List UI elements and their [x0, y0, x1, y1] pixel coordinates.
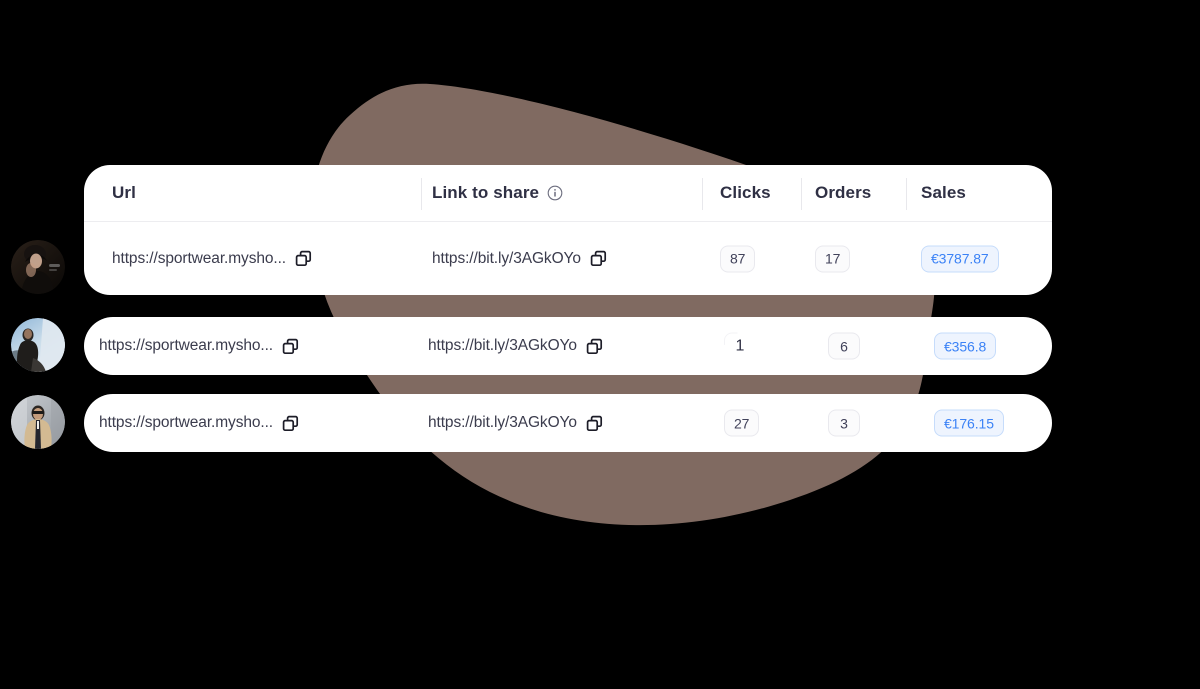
cell-clicks: 1	[724, 332, 756, 360]
cell-link-to-share: https://bit.ly/3AGkOYo	[432, 250, 607, 268]
column-header-link-to-share-label: Link to share	[432, 183, 540, 202]
column-header-orders[interactable]: Orders	[815, 183, 871, 203]
copy-icon[interactable]	[282, 415, 299, 432]
column-header-clicks[interactable]: Clicks	[720, 183, 771, 203]
cell-clicks: 27	[724, 409, 760, 437]
copy-icon[interactable]	[295, 250, 312, 267]
avatar-row-2[interactable]	[11, 318, 65, 372]
column-divider	[421, 178, 422, 210]
column-header-orders-label: Orders	[815, 183, 872, 202]
cell-sales: €356.8	[934, 332, 997, 360]
clicks-badge-wrapper: 1	[724, 332, 756, 360]
cell-orders: 6	[828, 332, 860, 360]
table-header-row: Url Link to share Clicks Orders Sales	[84, 165, 1052, 222]
copy-icon[interactable]	[282, 338, 299, 355]
column-header-link-to-share[interactable]: Link to share	[432, 183, 563, 203]
cell-sales: €176.15	[934, 409, 1004, 437]
avatar-row-1[interactable]	[11, 240, 65, 294]
column-divider	[906, 178, 907, 210]
cell-link-text: https://bit.ly/3AGkOYo	[428, 414, 577, 431]
sales-badge: €176.15	[934, 409, 1004, 437]
column-divider	[702, 178, 703, 210]
cell-url: https://sportwear.mysho...	[112, 250, 312, 268]
cell-url-text: https://sportwear.mysho...	[112, 249, 287, 267]
orders-badge: 3	[828, 409, 860, 437]
copy-icon[interactable]	[586, 415, 603, 432]
clicks-badge: 27	[724, 409, 760, 437]
column-header-url-label: Url	[112, 183, 136, 202]
cell-url: https://sportwear.mysho...	[99, 337, 299, 355]
column-header-clicks-label: Clicks	[720, 183, 771, 202]
cell-orders: 3	[828, 409, 860, 437]
table-row[interactable]: https://sportwear.mysho... https://bit.l…	[84, 222, 1052, 295]
copy-icon[interactable]	[586, 338, 603, 355]
screenshot-stage: Url Link to share Clicks Orders Sales ht…	[0, 0, 1200, 689]
column-divider	[801, 178, 802, 210]
cell-link-text: https://bit.ly/3AGkOYo	[432, 249, 581, 267]
column-header-sales[interactable]: Sales	[921, 183, 966, 203]
cell-link-text: https://bit.ly/3AGkOYo	[428, 337, 577, 354]
cell-url-text: https://sportwear.mysho...	[99, 414, 274, 431]
avatar-row-3[interactable]	[11, 395, 65, 449]
cell-clicks: 87	[720, 245, 756, 272]
column-header-sales-label: Sales	[921, 183, 966, 202]
sales-badge: €356.8	[934, 332, 997, 360]
clicks-badge: 87	[720, 245, 756, 272]
cell-orders: 17	[815, 245, 851, 272]
table-row-card-3[interactable]: https://sportwear.mysho... https://bit.l…	[84, 394, 1052, 452]
sales-badge: €3787.87	[921, 245, 999, 272]
orders-badge: 6	[828, 332, 860, 360]
cell-sales: €3787.87	[921, 245, 999, 272]
cell-link-to-share: https://bit.ly/3AGkOYo	[428, 337, 603, 355]
copy-icon[interactable]	[590, 250, 607, 267]
orders-badge: 17	[815, 245, 851, 272]
cell-link-to-share: https://bit.ly/3AGkOYo	[428, 414, 603, 432]
info-icon[interactable]	[547, 185, 563, 201]
column-header-url[interactable]: Url	[112, 183, 136, 203]
table-row-card-2[interactable]: https://sportwear.mysho... https://bit.l…	[84, 317, 1052, 375]
cell-url: https://sportwear.mysho...	[99, 414, 299, 432]
clicks-badge: 1	[735, 337, 745, 354]
table-card-primary: Url Link to share Clicks Orders Sales ht…	[84, 165, 1052, 295]
cell-url-text: https://sportwear.mysho...	[99, 337, 274, 354]
